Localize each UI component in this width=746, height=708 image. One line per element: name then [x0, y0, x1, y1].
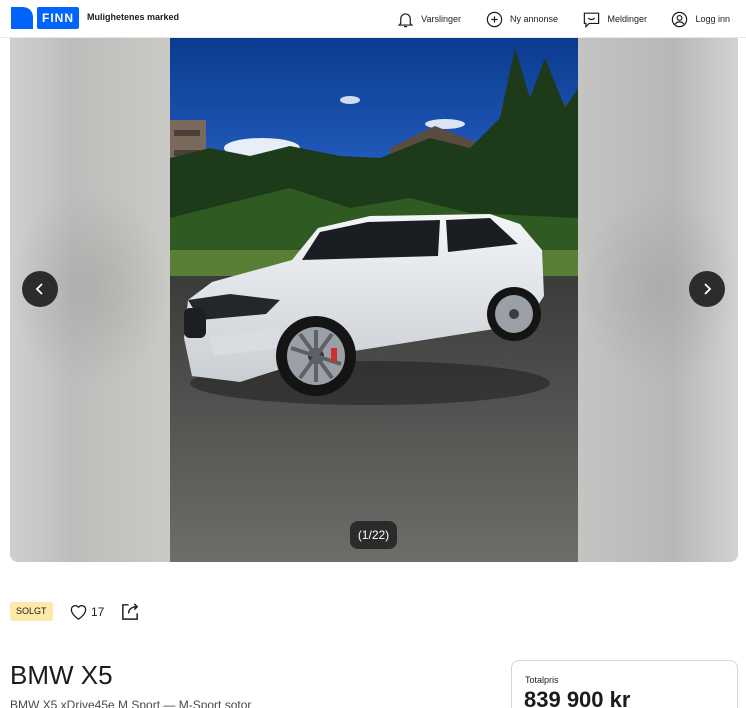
listing-subtitle: BMW X5 xDrive45e M Sport — M-Sport sotor — [10, 698, 252, 708]
nav-meldinger-label: Meldinger — [607, 14, 647, 24]
nav-varslinger[interactable]: Varslinger — [396, 0, 461, 38]
image-counter: (1/22) — [350, 521, 397, 549]
share-icon[interactable] — [120, 601, 141, 622]
previous-image-button[interactable] — [22, 271, 58, 307]
price-label: Totalpris — [525, 675, 559, 685]
finn-logo[interactable]: FINN — [11, 7, 79, 29]
car-photo[interactable] — [170, 38, 578, 562]
chevron-left-icon — [35, 283, 43, 295]
heart-icon — [70, 605, 87, 620]
status-badge: SOLGT — [10, 602, 53, 621]
logo-mark-icon — [11, 7, 33, 29]
nav-logg-inn[interactable]: Logg inn — [670, 0, 730, 38]
top-navigation-bar: FINN Mulighetenes marked Varslinger Ny a… — [0, 0, 746, 38]
favorite-count: 17 — [91, 605, 105, 619]
price-value: 839 900 kr — [524, 687, 631, 708]
tagline: Mulighetenes marked — [87, 12, 180, 22]
nav-logg-inn-label: Logg inn — [695, 14, 730, 24]
nav-ny-annonse-label: Ny annonse — [509, 14, 558, 24]
chat-icon — [584, 12, 600, 28]
price-card: Totalpris 839 900 kr — [511, 660, 738, 708]
nav-meldinger[interactable]: Meldinger — [582, 0, 647, 38]
car-photo-illustration — [170, 38, 578, 562]
plus-circle-icon — [486, 11, 503, 27]
nav-ny-annonse[interactable]: Ny annonse — [485, 0, 558, 38]
next-image-button[interactable] — [689, 271, 725, 307]
user-icon — [672, 11, 688, 27]
image-gallery[interactable]: (1/22) — [10, 38, 738, 562]
favorite-button[interactable]: 17 — [69, 602, 104, 622]
logo-wordmark: FINN — [37, 7, 79, 29]
nav-varslinger-label: Varslinger — [421, 14, 461, 24]
bell-icon — [397, 12, 414, 27]
chevron-right-icon — [704, 283, 712, 295]
listing-title: BMW X5 — [10, 660, 113, 690]
